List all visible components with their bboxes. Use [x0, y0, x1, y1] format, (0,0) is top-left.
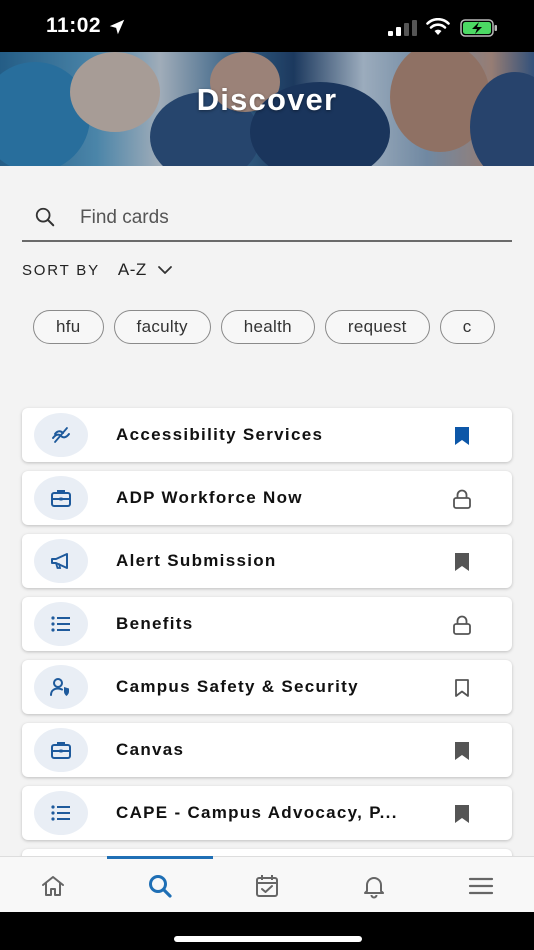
tab-tasks[interactable]: [214, 857, 320, 913]
card-row-benefits[interactable]: Benefits: [22, 597, 512, 651]
home-icon: [42, 876, 64, 896]
lock-icon: [453, 615, 471, 635]
lock-icon: [453, 489, 471, 509]
card-list: Accessibility Services ADP Workforce Now: [22, 408, 512, 856]
home-indicator-area: [0, 912, 534, 950]
bookmark-filled-icon[interactable]: [450, 424, 474, 448]
tab-notifications[interactable]: [321, 857, 427, 913]
tab-menu[interactable]: [428, 857, 534, 913]
card-row-adp-workforce-now[interactable]: ADP Workforce Now: [22, 471, 512, 525]
location-arrow-icon: [109, 19, 125, 35]
chip-hfu[interactable]: hfu: [33, 310, 104, 344]
search-icon: [35, 207, 55, 227]
list-icon: [51, 616, 70, 632]
battery-charging-icon: [460, 19, 497, 37]
cellular-signal-icon: [388, 20, 417, 36]
card-row-cape[interactable]: CAPE - Campus Advocacy, P...: [22, 786, 512, 840]
chip-faculty[interactable]: faculty: [113, 310, 211, 344]
hero-banner: Discover: [0, 52, 534, 166]
card-label: Benefits: [116, 614, 194, 633]
card-row-campus-safety-security[interactable]: Campus Safety & Security: [22, 660, 512, 714]
card-row-partial[interactable]: [22, 849, 512, 856]
card-row-accessibility-services[interactable]: Accessibility Services: [22, 408, 512, 462]
search-icon: [149, 875, 172, 898]
chip-request[interactable]: request: [324, 310, 430, 344]
bottom-tab-bar: [0, 856, 534, 912]
status-bar: 11:02: [0, 0, 534, 52]
status-time: 11:02: [46, 14, 102, 37]
sort-control[interactable]: SORT BY A-Z: [22, 258, 173, 282]
chip-health[interactable]: health: [220, 310, 315, 344]
card-label: Alert Submission: [116, 551, 277, 570]
bell-icon: [364, 877, 384, 899]
briefcase-icon: [51, 490, 71, 507]
user-shield-icon: [50, 678, 69, 696]
search-bar[interactable]: [22, 194, 512, 242]
list-icon: [51, 805, 70, 821]
chevron-down-icon[interactable]: [157, 262, 173, 278]
active-tab-indicator: [107, 856, 213, 859]
card-label: Campus Safety & Security: [116, 677, 359, 696]
card-row-alert-submission[interactable]: Alert Submission: [22, 534, 512, 588]
briefcase-icon: [51, 742, 71, 759]
search-input[interactable]: [80, 202, 500, 234]
card-label: Accessibility Services: [116, 425, 324, 444]
hamburger-menu-icon: [468, 877, 494, 895]
sort-value[interactable]: A-Z: [118, 260, 147, 280]
bookmark-filled-icon[interactable]: [450, 739, 474, 763]
calendar-check-icon: [256, 875, 278, 897]
card-row-canvas[interactable]: Canvas: [22, 723, 512, 777]
card-label: ADP Workforce Now: [116, 488, 303, 507]
tab-home[interactable]: [0, 857, 106, 913]
tab-discover[interactable]: [107, 856, 213, 913]
bookmark-filled-icon[interactable]: [450, 550, 474, 574]
chip-partial[interactable]: c: [439, 310, 495, 344]
card-label: CAPE - Campus Advocacy, P...: [116, 803, 398, 822]
filter-chips: hfu faculty health request c: [33, 310, 507, 346]
bookmark-filled-icon[interactable]: [450, 802, 474, 826]
bookmark-outline-icon[interactable]: [450, 676, 474, 700]
megaphone-icon: [51, 553, 68, 569]
home-indicator[interactable]: [174, 936, 362, 942]
wifi-icon: [426, 18, 450, 35]
card-label: Canvas: [116, 740, 185, 759]
page-title: Discover: [196, 82, 338, 117]
discover-content: SORT BY A-Z hfu faculty health request c Acc…: [0, 166, 534, 856]
sort-label: SORT BY: [22, 261, 100, 279]
accessibility-icon: [52, 427, 70, 443]
